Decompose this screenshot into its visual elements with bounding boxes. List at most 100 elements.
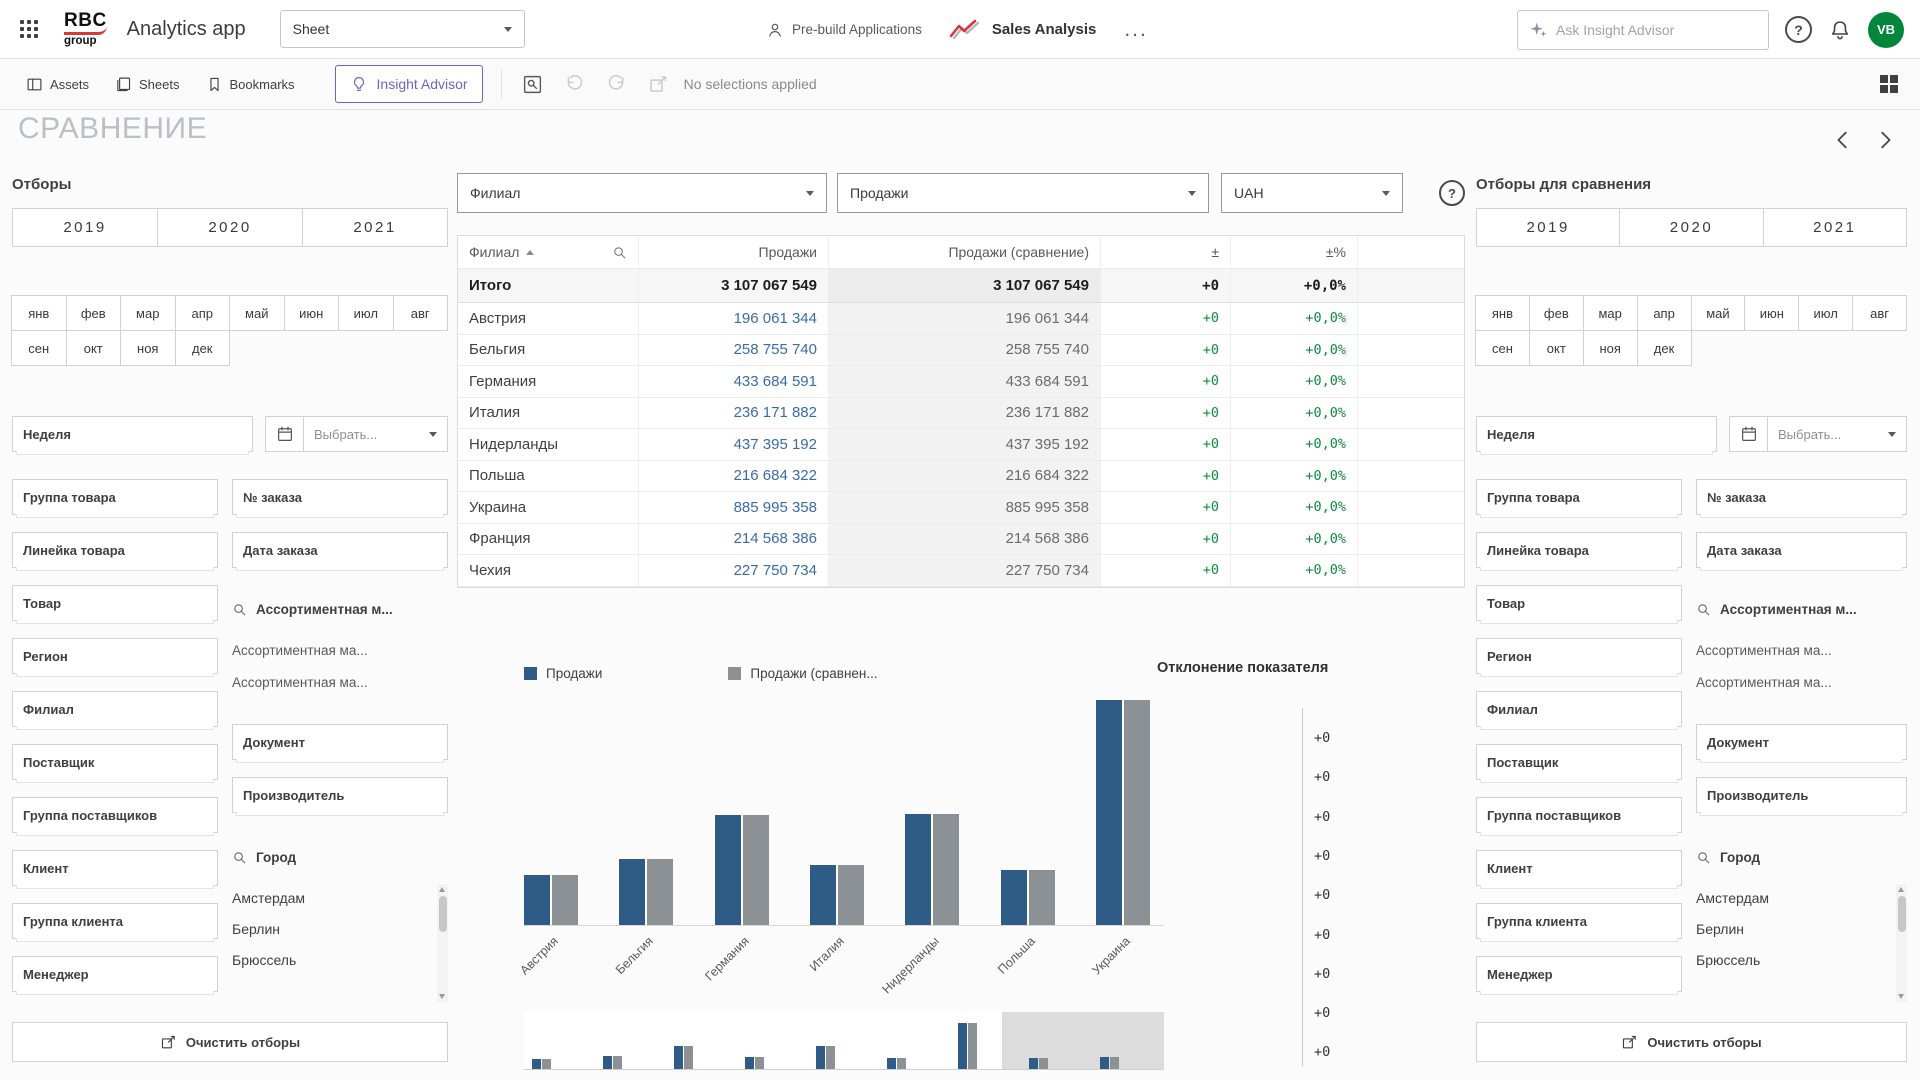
city-list-item[interactable]: Амстердам: [232, 882, 432, 913]
mini-bar-group[interactable]: [1100, 1057, 1119, 1069]
sheet-layout-icon[interactable]: [1880, 75, 1899, 94]
mini-scroll-chart[interactable]: [524, 1012, 1164, 1070]
mini-bar-group[interactable]: [887, 1058, 906, 1069]
filter-field-document[interactable]: Документ: [232, 724, 448, 760]
month-button[interactable]: сен: [1475, 330, 1530, 366]
clear-selections-button[interactable]: Очистить отборы: [12, 1022, 448, 1062]
mini-bar-group[interactable]: [532, 1059, 551, 1069]
filter-field[interactable]: Группа клиента: [12, 903, 218, 939]
filter-field-manufacturer[interactable]: Производитель: [232, 777, 448, 813]
sales-bar[interactable]: [619, 859, 645, 925]
dimension-dropdown[interactable]: Филиал: [457, 173, 827, 213]
assortment-listbox-header[interactable]: Ассортиментная м...: [1696, 598, 1907, 620]
city-list-item[interactable]: Брюссель: [232, 944, 432, 975]
filter-field[interactable]: Филиал: [12, 691, 218, 727]
previous-sheet-button[interactable]: [1832, 127, 1854, 153]
month-button[interactable]: май: [229, 295, 285, 331]
month-button[interactable]: дек: [175, 330, 231, 366]
dimension-cell[interactable]: Германия: [458, 366, 638, 397]
assortment-list-item[interactable]: Ассортиментная ма...: [232, 666, 448, 698]
app-launcher-icon[interactable]: [20, 20, 38, 38]
scroll-down-arrow[interactable]: [439, 994, 445, 999]
dimension-cell[interactable]: Польша: [458, 461, 638, 492]
year-button[interactable]: 2019: [1476, 208, 1620, 247]
filter-field[interactable]: Группа товара: [1476, 479, 1682, 515]
filter-field[interactable]: Товар: [1476, 585, 1682, 621]
scroll-down-arrow[interactable]: [1898, 994, 1904, 999]
filter-field[interactable]: Группа поставщиков: [12, 797, 218, 833]
year-button[interactable]: 2019: [12, 208, 158, 247]
dimension-cell[interactable]: Италия: [458, 398, 638, 429]
next-sheet-button[interactable]: [1874, 127, 1896, 153]
filter-field[interactable]: Менеджер: [1476, 956, 1682, 992]
mini-chart-unselected-region[interactable]: [1002, 1012, 1164, 1069]
filter-field[interactable]: Клиент: [12, 850, 218, 886]
x-axis-label[interactable]: Нидерланды: [854, 934, 942, 1022]
column-header-delta-percent[interactable]: ±%: [1230, 236, 1357, 268]
bar-group[interactable]: [1001, 870, 1055, 925]
assets-button[interactable]: Assets: [26, 76, 89, 93]
sales-bar[interactable]: [905, 814, 931, 925]
month-button[interactable]: апр: [1637, 295, 1692, 331]
user-avatar[interactable]: VB: [1868, 12, 1904, 48]
month-button[interactable]: авг: [1852, 295, 1907, 331]
clear-selections-button[interactable]: Очистить отборы: [1476, 1022, 1907, 1062]
month-button[interactable]: окт: [66, 330, 122, 366]
filter-field-order-date[interactable]: Дата заказа: [232, 532, 448, 568]
column-header-dimension[interactable]: Филиал: [458, 236, 638, 268]
month-button[interactable]: апр: [175, 295, 231, 331]
legend-item-sales[interactable]: Продажи: [524, 666, 602, 681]
ask-insight-advisor-input[interactable]: [1556, 22, 1758, 38]
currency-dropdown[interactable]: UAH: [1221, 173, 1403, 213]
sales-bar[interactable]: [1001, 870, 1027, 925]
mini-bar-group[interactable]: [1029, 1058, 1048, 1069]
assortment-list-item[interactable]: Ассортиментная ма...: [1696, 666, 1907, 698]
x-axis-label[interactable]: Италия: [759, 934, 847, 1022]
dimension-cell[interactable]: Украина: [458, 492, 638, 523]
more-menu-button[interactable]: ...: [1124, 19, 1148, 40]
mini-bar-group[interactable]: [674, 1046, 693, 1069]
filter-field-document[interactable]: Документ: [1696, 724, 1907, 760]
mini-bar-group[interactable]: [603, 1056, 622, 1069]
month-button[interactable]: июл: [338, 295, 394, 331]
insight-advisor-button[interactable]: Insight Advisor: [335, 65, 483, 103]
dimension-cell[interactable]: Австрия: [458, 303, 638, 334]
scrollbar-thumb[interactable]: [439, 896, 447, 932]
scroll-up-arrow[interactable]: [439, 887, 445, 892]
filter-field[interactable]: Группа клиента: [1476, 903, 1682, 939]
mini-bar-group[interactable]: [816, 1046, 835, 1069]
sheet-dropdown[interactable]: Sheet: [280, 10, 525, 48]
column-header-comparison[interactable]: Продажи (сравнение): [828, 236, 1100, 268]
mini-bar-group[interactable]: [958, 1023, 977, 1069]
month-button[interactable]: мар: [1583, 295, 1638, 331]
city-list-item[interactable]: Брюссель: [1696, 944, 1891, 975]
assortment-listbox-header[interactable]: Ассортиментная м...: [232, 598, 448, 620]
column-header-delta[interactable]: ±: [1100, 236, 1230, 268]
filter-field[interactable]: Регион: [1476, 638, 1682, 674]
month-button[interactable]: янв: [1475, 295, 1530, 331]
assortment-list-item[interactable]: Ассортиментная ма...: [232, 634, 448, 666]
month-button[interactable]: сен: [11, 330, 67, 366]
help-icon[interactable]: ?: [1785, 16, 1812, 43]
week-filter-field[interactable]: Неделя: [12, 416, 253, 452]
column-header-sales[interactable]: Продажи: [638, 236, 828, 268]
filter-field[interactable]: Линейка товара: [1476, 532, 1682, 568]
legend-item-comparison[interactable]: Продажи (сравнен...: [728, 666, 877, 681]
bar-group[interactable]: [619, 859, 673, 925]
current-app[interactable]: Sales Analysis: [948, 18, 1097, 42]
filter-field[interactable]: Линейка товара: [12, 532, 218, 568]
month-button[interactable]: окт: [1529, 330, 1584, 366]
city-list-scrollbar[interactable]: [437, 884, 448, 1002]
x-axis-label[interactable]: Бельгия: [568, 934, 656, 1022]
filter-field[interactable]: Клиент: [1476, 850, 1682, 886]
search-icon[interactable]: [612, 245, 627, 260]
prebuild-applications-link[interactable]: Pre-build Applications: [766, 21, 922, 39]
notifications-bell-icon[interactable]: [1828, 18, 1852, 42]
comparison-bar[interactable]: [552, 875, 578, 925]
filter-field[interactable]: Филиал: [1476, 691, 1682, 727]
month-button[interactable]: июн: [1744, 295, 1799, 331]
comparison-bar[interactable]: [838, 865, 864, 925]
month-button[interactable]: май: [1691, 295, 1746, 331]
dimension-cell[interactable]: Нидерланды: [458, 429, 638, 460]
filter-field[interactable]: Группа товара: [12, 479, 218, 515]
